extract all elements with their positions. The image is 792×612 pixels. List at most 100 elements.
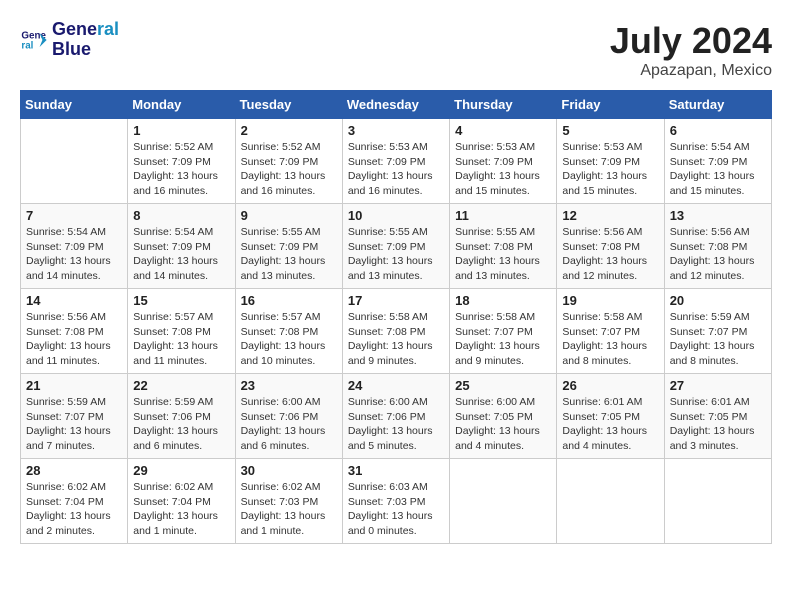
calendar-cell: 8Sunrise: 5:54 AMSunset: 7:09 PMDaylight… — [128, 204, 235, 289]
day-info: Sunrise: 5:53 AMSunset: 7:09 PMDaylight:… — [455, 140, 551, 199]
day-number: 30 — [241, 463, 337, 478]
calendar-cell — [557, 459, 664, 544]
calendar-cell: 22 Sunrise: 5:59 AMSunset: 7:06 PMDayligh… — [128, 374, 235, 459]
day-info: Sunrise: 5:55 AMSunset: 7:09 PMDaylight:… — [348, 225, 444, 284]
day-info: Sunrise: 6:03 AMSunset: 7:03 PMDaylight:… — [348, 480, 444, 539]
day-number: 22 — [133, 378, 229, 393]
calendar-cell: 13 Sunrise: 5:56 AMSunset: 7:08 PMDayligh… — [664, 204, 771, 289]
day-number: 29 — [133, 463, 229, 478]
day-info: Sunrise: 5:59 AMSunset: 7:06 PMDaylight:… — [133, 395, 229, 454]
day-number: 3 — [348, 123, 444, 138]
day-number: 19 — [562, 293, 658, 308]
logo: Gene ral GeneralBlue — [20, 20, 119, 60]
day-number: 1 — [133, 123, 229, 138]
calendar-subtitle: Apazapan, Mexico — [610, 62, 772, 80]
day-info: Sunrise: 5:52 AMSunset: 7:09 PMDaylight:… — [133, 140, 229, 199]
calendar-cell: 7 Sunrise: 5:54 AMSunset: 7:09 PMDaylight… — [21, 204, 128, 289]
calendar-cell: 21Sunrise: 5:59 AMSunset: 7:07 PMDayligh… — [21, 374, 128, 459]
calendar-table: SundayMondayTuesdayWednesdayThursdayFrid… — [20, 90, 772, 544]
day-info: Sunrise: 5:55 AMSunset: 7:09 PMDaylight:… — [241, 225, 337, 284]
day-number: 10 — [348, 208, 444, 223]
day-info: Sunrise: 5:57 AMSunset: 7:08 PMDaylight:… — [241, 310, 337, 369]
day-info: Sunrise: 6:02 AMSunset: 7:04 PMDaylight:… — [26, 480, 122, 539]
day-number: 9 — [241, 208, 337, 223]
calendar-cell: 28 Sunrise: 6:02 AMSunset: 7:04 PMDayligh… — [21, 459, 128, 544]
calendar-cell — [21, 119, 128, 204]
header-sunday: Sunday — [21, 91, 128, 119]
day-info: Sunrise: 5:57 AMSunset: 7:08 PMDaylight:… — [133, 310, 229, 369]
day-number: 7 — [26, 208, 122, 223]
calendar-cell: 18 Sunrise: 5:58 AMSunset: 7:07 PMDayligh… — [450, 289, 557, 374]
calendar-cell: 10 Sunrise: 5:55 AMSunset: 7:09 PMDayligh… — [342, 204, 449, 289]
day-number: 18 — [455, 293, 551, 308]
day-info: Sunrise: 6:00 AMSunset: 7:06 PMDaylight:… — [241, 395, 337, 454]
calendar-cell: 31 Sunrise: 6:03 AMSunset: 7:03 PMDayligh… — [342, 459, 449, 544]
day-info: Sunrise: 6:01 AMSunset: 7:05 PMDaylight:… — [562, 395, 658, 454]
day-number: 6 — [670, 123, 766, 138]
calendar-cell: 1 Sunrise: 5:52 AMSunset: 7:09 PMDaylight… — [128, 119, 235, 204]
day-number: 13 — [670, 208, 766, 223]
page-header: Gene ral GeneralBlue July 2024 Apazapan,… — [20, 20, 772, 80]
day-info: Sunrise: 5:52 AMSunset: 7:09 PMDaylight:… — [241, 140, 337, 199]
header-thursday: Thursday — [450, 91, 557, 119]
calendar-cell: 25 Sunrise: 6:00 AMSunset: 7:05 PMDayligh… — [450, 374, 557, 459]
calendar-cell: 26 Sunrise: 6:01 AMSunset: 7:05 PMDayligh… — [557, 374, 664, 459]
day-number: 14 — [26, 293, 122, 308]
calendar-cell: 4 Sunrise: 5:53 AMSunset: 7:09 PMDaylight… — [450, 119, 557, 204]
day-number: 21 — [26, 378, 122, 393]
title-block: July 2024 Apazapan, Mexico — [610, 20, 772, 80]
calendar-cell: 29 Sunrise: 6:02 AMSunset: 7:04 PMDayligh… — [128, 459, 235, 544]
day-number: 12 — [562, 208, 658, 223]
day-number: 11 — [455, 208, 551, 223]
day-info: Sunrise: 6:00 AMSunset: 7:06 PMDaylight:… — [348, 395, 444, 454]
day-info: Sunrise: 5:54 AMSunset: 7:09 PMDaylight:… — [133, 225, 229, 284]
calendar-cell: 16 Sunrise: 5:57 AMSunset: 7:08 PMDayligh… — [235, 289, 342, 374]
logo-icon: Gene ral — [20, 26, 48, 54]
day-info: Sunrise: 5:55 AMSunset: 7:08 PMDaylight:… — [455, 225, 551, 284]
day-number: 25 — [455, 378, 551, 393]
calendar-cell — [450, 459, 557, 544]
day-info: Sunrise: 5:59 AMSunset: 7:07 PMDaylight:… — [670, 310, 766, 369]
day-number: 4 — [455, 123, 551, 138]
day-number: 16 — [241, 293, 337, 308]
day-info: Sunrise: 6:01 AMSunset: 7:05 PMDaylight:… — [670, 395, 766, 454]
calendar-cell — [664, 459, 771, 544]
day-info: Sunrise: 5:56 AMSunset: 7:08 PMDaylight:… — [670, 225, 766, 284]
day-info: Sunrise: 5:54 AMSunset: 7:09 PMDaylight:… — [26, 225, 122, 284]
day-info: Sunrise: 5:53 AMSunset: 7:09 PMDaylight:… — [348, 140, 444, 199]
day-number: 26 — [562, 378, 658, 393]
calendar-cell: 2 Sunrise: 5:52 AMSunset: 7:09 PMDaylight… — [235, 119, 342, 204]
day-number: 28 — [26, 463, 122, 478]
day-info: Sunrise: 5:56 AMSunset: 7:08 PMDaylight:… — [26, 310, 122, 369]
week-row-5: 28 Sunrise: 6:02 AMSunset: 7:04 PMDayligh… — [21, 459, 772, 544]
header-monday: Monday — [128, 91, 235, 119]
day-info: Sunrise: 6:00 AMSunset: 7:05 PMDaylight:… — [455, 395, 551, 454]
week-row-4: 21Sunrise: 5:59 AMSunset: 7:07 PMDayligh… — [21, 374, 772, 459]
calendar-cell: 30 Sunrise: 6:02 AMSunset: 7:03 PMDayligh… — [235, 459, 342, 544]
day-info: Sunrise: 5:58 AMSunset: 7:07 PMDaylight:… — [562, 310, 658, 369]
header-saturday: Saturday — [664, 91, 771, 119]
header-tuesday: Tuesday — [235, 91, 342, 119]
day-number: 23 — [241, 378, 337, 393]
header-row: SundayMondayTuesdayWednesdayThursdayFrid… — [21, 91, 772, 119]
day-info: Sunrise: 6:02 AMSunset: 7:04 PMDaylight:… — [133, 480, 229, 539]
day-number: 5 — [562, 123, 658, 138]
calendar-cell: 5 Sunrise: 5:53 AMSunset: 7:09 PMDaylight… — [557, 119, 664, 204]
day-number: 2 — [241, 123, 337, 138]
day-info: Sunrise: 5:53 AMSunset: 7:09 PMDaylight:… — [562, 140, 658, 199]
day-number: 31 — [348, 463, 444, 478]
day-info: Sunrise: 5:54 AMSunset: 7:09 PMDaylight:… — [670, 140, 766, 199]
day-number: 20 — [670, 293, 766, 308]
calendar-cell: 27Sunrise: 6:01 AMSunset: 7:05 PMDayligh… — [664, 374, 771, 459]
calendar-title: July 2024 — [610, 20, 772, 62]
header-wednesday: Wednesday — [342, 91, 449, 119]
calendar-cell: 17Sunrise: 5:58 AMSunset: 7:08 PMDayligh… — [342, 289, 449, 374]
logo-text: GeneralBlue — [52, 20, 119, 60]
day-info: Sunrise: 5:58 AMSunset: 7:07 PMDaylight:… — [455, 310, 551, 369]
day-info: Sunrise: 6:02 AMSunset: 7:03 PMDaylight:… — [241, 480, 337, 539]
calendar-cell: 20 Sunrise: 5:59 AMSunset: 7:07 PMDayligh… — [664, 289, 771, 374]
day-number: 17 — [348, 293, 444, 308]
calendar-cell: 6 Sunrise: 5:54 AMSunset: 7:09 PMDaylight… — [664, 119, 771, 204]
calendar-cell: 24Sunrise: 6:00 AMSunset: 7:06 PMDayligh… — [342, 374, 449, 459]
calendar-cell: 19 Sunrise: 5:58 AMSunset: 7:07 PMDayligh… — [557, 289, 664, 374]
